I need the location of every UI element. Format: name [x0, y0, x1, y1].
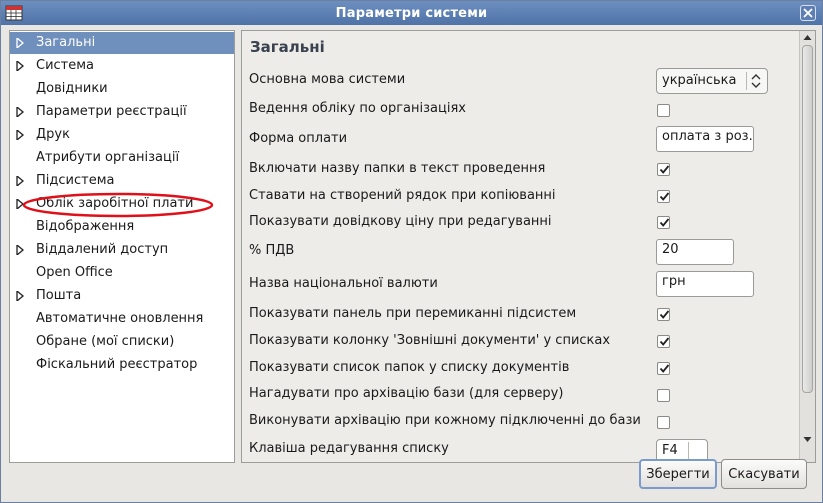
sidebar-item-fiscal-registrar[interactable]: Фіскальний реєстратор [10, 354, 234, 376]
sidebar-item-label: Фіскальний реєстратор [36, 357, 198, 372]
setting-label: Ведення обліку по організаціях [249, 101, 466, 116]
setting-label: Показувати колонку 'Зовнішні документи' … [249, 333, 611, 348]
sidebar-item-favorites[interactable]: Обране (мої списки) [10, 331, 234, 353]
sidebar-item-system[interactable]: Система [10, 55, 234, 77]
sidebar-item-remote-access[interactable]: Віддалений доступ [10, 239, 234, 261]
title-bar[interactable]: Параметри системи [1, 1, 822, 25]
triangle-right-icon[interactable] [15, 245, 25, 255]
reference-price-checkbox[interactable] [657, 216, 670, 229]
checkmark-icon [659, 192, 670, 201]
org-accounting-checkbox[interactable] [657, 104, 670, 117]
triangle-right-icon[interactable] [15, 291, 25, 301]
sidebar-item-label: Обране (мої списки) [36, 334, 175, 349]
sidebar-item-label: Параметри реєстрації [36, 104, 187, 119]
triangle-right-icon[interactable] [15, 61, 25, 71]
scroll-up-icon[interactable] [803, 34, 812, 41]
triangle-right-icon[interactable] [15, 176, 25, 186]
sidebar-item-general[interactable]: Загальні [10, 32, 234, 54]
triangle-right-icon[interactable] [15, 38, 25, 48]
setting-label: Показувати список папок у списку докумен… [249, 360, 570, 375]
payment-form-field[interactable]: оплата з роз. [656, 126, 754, 152]
language-select-value: українська [662, 73, 737, 88]
sidebar-item-open-office[interactable]: Open Office [10, 262, 234, 284]
folder-list-checkbox[interactable] [657, 362, 670, 375]
sidebar-item-display[interactable]: Відображення [10, 216, 234, 238]
stepper-divider [688, 442, 689, 460]
setting-label: Форма оплати [249, 131, 348, 146]
table-icon [5, 4, 23, 22]
settings-dialog: Параметри системи Загальні Система Довід… [0, 0, 823, 503]
checkmark-icon [659, 165, 670, 174]
cancel-button[interactable]: Скасувати [721, 459, 807, 489]
archive-reminder-checkbox[interactable] [657, 389, 670, 402]
sidebar-item-payroll[interactable]: Облік заробітної плати [10, 193, 234, 215]
sidebar-item-label: Атрибути організації [36, 150, 180, 165]
archive-on-connect-checkbox[interactable] [657, 416, 670, 429]
page-title: Загальні [250, 38, 325, 56]
setting-label: % ПДВ [249, 243, 295, 258]
category-tree: Загальні Система Довідники Параметри реє… [9, 30, 235, 463]
setting-label: Показувати панель при перемиканні підсис… [249, 306, 577, 321]
scrollbar-thumb[interactable] [802, 45, 813, 393]
currency-field[interactable]: грн [656, 271, 754, 297]
updown-arrows-icon [751, 74, 761, 88]
sidebar-item-label: Віддалений доступ [36, 242, 169, 257]
copy-row-checkbox[interactable] [657, 190, 670, 203]
sidebar-item-subsystem[interactable]: Підсистема [10, 170, 234, 192]
language-select[interactable]: українська [656, 68, 768, 94]
sidebar-item-auto-update[interactable]: Автоматичне оновлення [10, 308, 234, 330]
setting-label: Показувати довідкову ціну при редагуванн… [249, 214, 552, 229]
checkmark-icon [659, 310, 670, 319]
sidebar-item-mail[interactable]: Пошта [10, 285, 234, 307]
external-docs-column-checkbox[interactable] [657, 335, 670, 348]
triangle-right-icon[interactable] [15, 199, 25, 209]
sidebar-item-registration[interactable]: Параметри реєстрації [10, 101, 234, 123]
setting-label: Включати назву папки в текст проведення [249, 161, 546, 176]
sidebar-item-label: Підсистема [36, 173, 115, 188]
sidebar-item-label: Пошта [36, 288, 82, 303]
vertical-scrollbar[interactable] [799, 31, 815, 462]
sidebar-item-org-attributes[interactable]: Атрибути організації [10, 147, 234, 169]
combo-divider [746, 72, 747, 90]
triangle-right-icon[interactable] [15, 130, 25, 140]
sidebar-item-directories[interactable]: Довідники [10, 78, 234, 100]
sidebar-item-print[interactable]: Друк [10, 124, 234, 146]
setting-label: Клавіша редагування списку [249, 441, 449, 456]
settings-panel: Загальні Основна мова системи українська… [241, 30, 816, 463]
sidebar-item-label: Автоматичне оновлення [36, 311, 204, 326]
sidebar-item-label: Друк [36, 127, 70, 142]
vat-field[interactable]: 20 [656, 239, 734, 265]
save-button[interactable]: Зберегти [639, 459, 717, 489]
checkmark-icon [659, 364, 670, 373]
sidebar-item-label: Відображення [36, 219, 135, 234]
checkmark-icon [659, 337, 670, 346]
sidebar-item-label: Загальні [36, 35, 96, 50]
setting-label: Основна мова системи [249, 72, 406, 87]
checkmark-icon [659, 218, 670, 227]
window-title: Параметри системи [335, 5, 488, 21]
close-icon[interactable] [800, 5, 816, 21]
scroll-down-icon[interactable] [803, 436, 812, 443]
setting-label: Назва національної валюти [249, 276, 438, 291]
triangle-right-icon[interactable] [15, 107, 25, 117]
setting-label: Виконувати архівацію при кожному підключ… [249, 413, 641, 428]
setting-label: Ставати на створений рядок при копіюванн… [249, 188, 556, 203]
sidebar-item-label: Облік заробітної плати [36, 196, 194, 211]
subsystem-panel-checkbox[interactable] [657, 308, 670, 321]
sidebar-item-label: Система [36, 58, 95, 73]
sidebar-item-label: Довідники [36, 81, 108, 96]
folder-name-checkbox[interactable] [657, 163, 670, 176]
sidebar-item-label: Open Office [36, 265, 113, 280]
setting-label: Нагадувати про архівацію бази (для серве… [249, 386, 564, 401]
edit-key-value: F4 [662, 443, 678, 458]
